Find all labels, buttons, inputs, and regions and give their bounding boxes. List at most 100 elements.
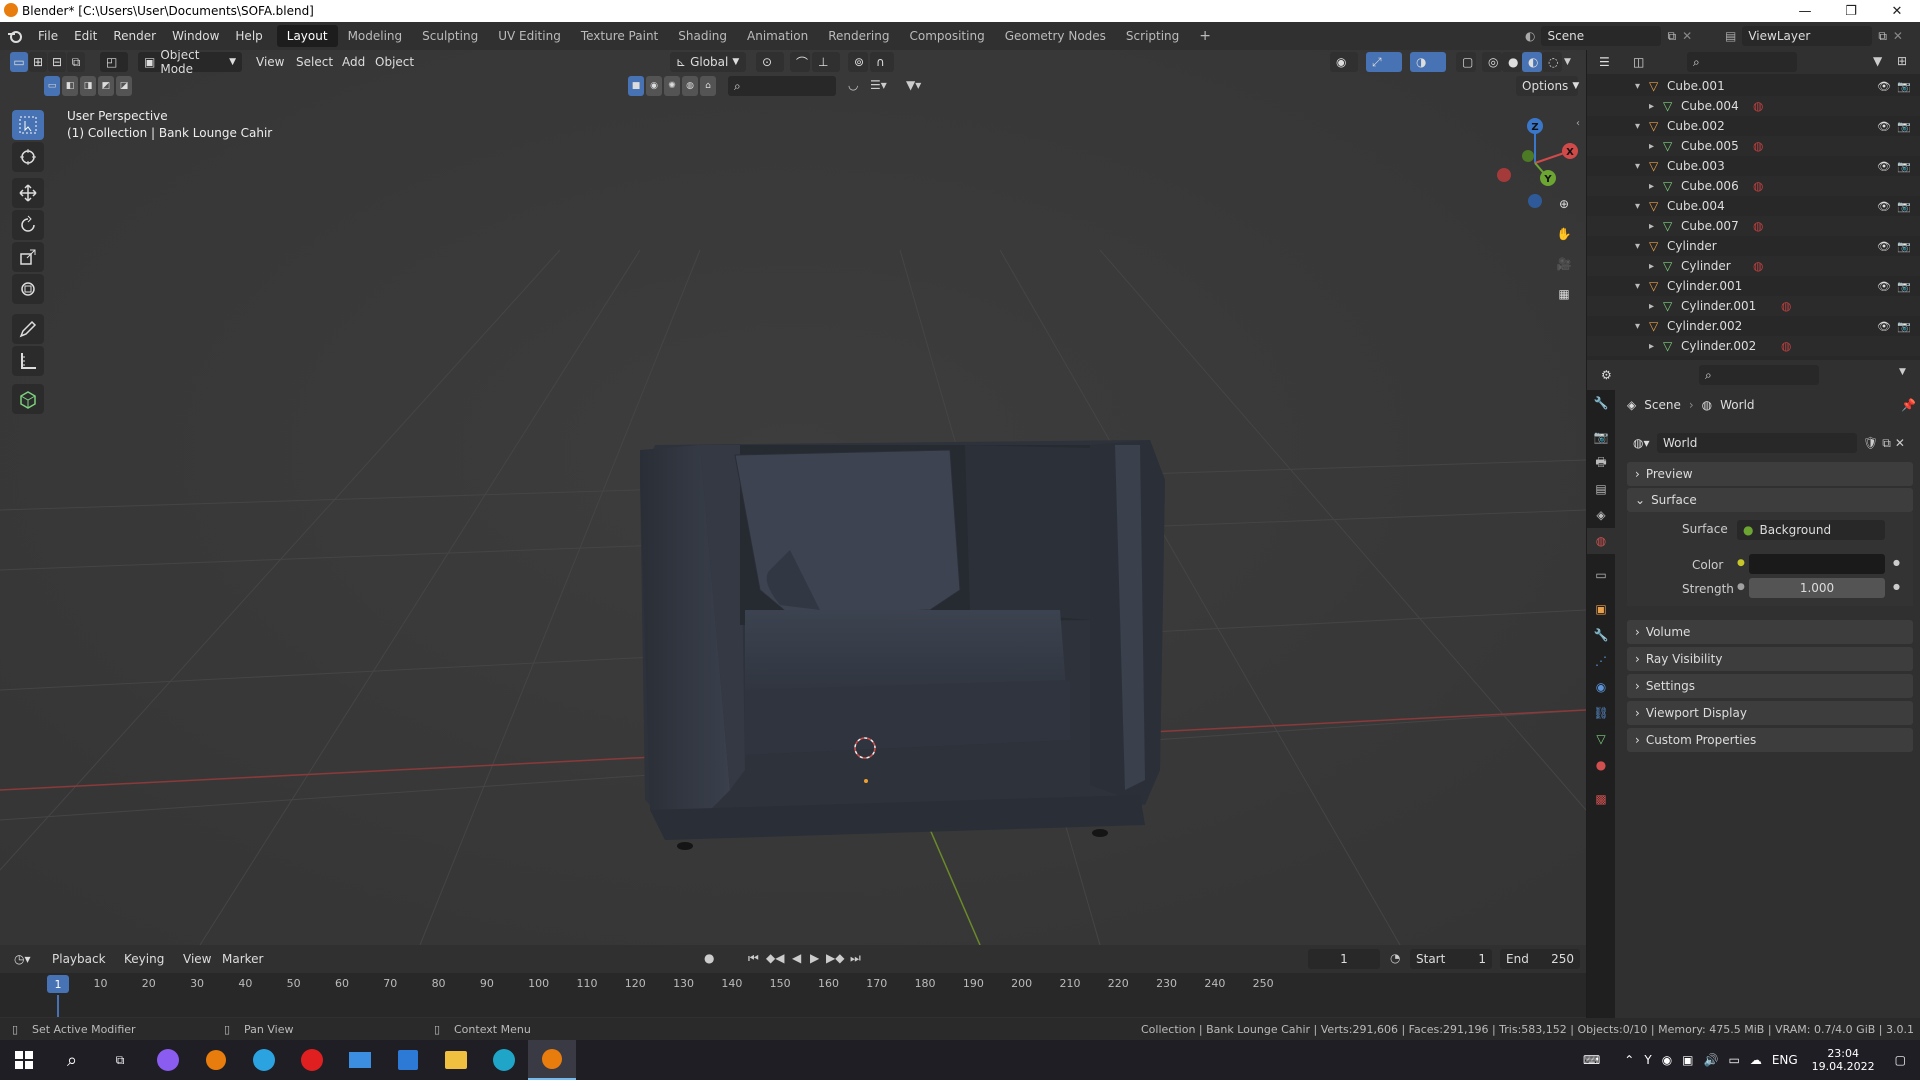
tab-geometry-nodes[interactable]: Geometry Nodes [995,25,1116,47]
filter-camera-icon[interactable]: ◍ [682,76,698,96]
viewport-search-input[interactable]: ⌕ [728,76,836,96]
outliner-item-name[interactable]: Cube.001 [1667,79,1725,93]
render-camera-icon[interactable]: 📷 [1897,280,1911,293]
visibility-eye-icon[interactable]: 👁 [1877,160,1891,173]
tab-rendering[interactable]: Rendering [818,25,899,47]
start-frame-field[interactable]: Start 1 [1410,949,1492,969]
material-icon[interactable]: ◍ [1753,259,1763,273]
sidebar-toggle-icon[interactable]: ‹ [1576,118,1580,129]
render-tab-icon[interactable]: 📷 [1587,424,1615,450]
menu-file[interactable]: File [30,29,66,43]
select-box-mode-icon[interactable]: ▭ [10,52,28,72]
visibility-eye-icon[interactable]: 👁 [1877,240,1891,253]
alice-assistant-icon[interactable] [144,1040,192,1080]
filter-mesh-icon[interactable]: ■ [628,76,644,96]
language-indicator[interactable]: ENG [1772,1053,1798,1067]
yandex-tray-icon[interactable]: Y [1644,1053,1651,1067]
tab-texture-paint[interactable]: Texture Paint [571,25,668,47]
outliner-object-row[interactable]: ▾ ▽ Cube.003 👁 📷 [1587,156,1920,176]
chevron-down-icon[interactable]: ▾ [1635,201,1640,212]
tab-animation[interactable]: Animation [737,25,818,47]
pivot-point-icon[interactable]: ⊙ [756,52,784,72]
overlay-toggle-icon[interactable]: ◑ [1410,52,1446,72]
material-shading-icon[interactable]: ◐ [1522,52,1542,72]
select-mode-subtract-icon[interactable]: ◨ [80,76,96,96]
chevron-right-icon[interactable]: ▸ [1649,301,1654,312]
menu-render[interactable]: Render [105,29,164,43]
minimize-button[interactable]: — [1782,0,1828,22]
close-button[interactable]: ✕ [1874,0,1920,22]
select-mode-new-icon[interactable]: ▭ [44,76,60,96]
world-name-field[interactable]: World [1657,433,1857,453]
panel-surface[interactable]: ⌄ Surface [1627,488,1913,512]
chevron-down-icon[interactable]: ▾ [1635,281,1640,292]
frame-ruler[interactable]: 1 10 20 30 40 50 60 70 80 90 100 110 120 130 140 150 16… [0,973,1586,995]
outliner-editor-type-icon[interactable]: ☰ [1593,52,1621,72]
select-tool-button[interactable] [12,110,44,140]
render-camera-icon[interactable]: 📷 [1897,240,1911,253]
neg-z-axis-icon[interactable] [1528,194,1542,208]
outliner-item-name[interactable]: Cylinder.002 [1667,319,1742,333]
vpn-icon[interactable]: ▣ [1682,1053,1693,1067]
outliner-item-name[interactable]: Cube.006 [1681,179,1739,193]
delete-scene-icon[interactable]: ✕ [1682,29,1692,43]
steam-icon[interactable]: ◉ [1662,1053,1672,1067]
outliner-item-name[interactable]: Cube.002 [1667,119,1725,133]
next-keyframe-icon[interactable]: ▶◆ [826,951,844,965]
cloud-icon[interactable]: ☁ [1750,1053,1762,1067]
task-view-icon[interactable]: ⧉ [96,1040,144,1080]
play-icon[interactable]: ▶ [810,951,819,965]
filter-icon[interactable]: ▼▾ [906,78,921,92]
collection-tab-icon[interactable]: ▭ [1587,562,1615,588]
menu-window[interactable]: Window [164,29,227,43]
transform-orientation-dropdown[interactable]: ⊾ Global ▼ [670,52,746,72]
material-icon[interactable]: ◍ [1781,299,1791,313]
rotate-tool-button[interactable] [12,210,44,240]
edge-icon[interactable] [480,1040,528,1080]
color-keyframe-icon[interactable]: ● [1893,558,1900,567]
play-reverse-icon[interactable]: ◀ [792,951,801,965]
annotate-tool-button[interactable] [12,314,44,344]
select-mode-extend-icon[interactable]: ◧ [62,76,78,96]
duplicate-world-icon[interactable]: ⧉ [1882,436,1891,451]
filter-light-icon[interactable]: ✺ [664,76,680,96]
chevron-down-icon[interactable]: ▾ [1635,121,1640,132]
select-subtract-icon[interactable]: ⊟ [48,52,66,72]
tool-tab-icon[interactable]: 🔧 [1587,390,1615,416]
select-mode-intersect-icon[interactable]: ◪ [116,76,132,96]
outliner-item-name[interactable]: Cube.007 [1681,219,1739,233]
outliner-item-name[interactable]: Cube.005 [1681,139,1739,153]
xray-toggle-icon[interactable]: ▢ [1456,52,1476,72]
tab-compositing[interactable]: Compositing [899,25,994,47]
add-cube-tool-button[interactable] [12,384,44,414]
transform-tool-button[interactable] [12,274,44,304]
scale-tool-button[interactable] [12,242,44,272]
editor-type-icon[interactable]: ◰ [100,52,128,72]
outliner-mesh-row[interactable]: ▸ ▽ Cube.004 ◍ [1587,96,1920,116]
view-layer-tab-icon[interactable]: ▤ [1587,476,1615,502]
outliner-mesh-row[interactable]: ▸ ▽ Cube.007 ◍ [1587,216,1920,236]
cursor-tool-button[interactable] [12,142,44,172]
camera-view-icon[interactable]: 🎥 [1550,250,1578,278]
chevron-down-icon[interactable]: ▾ [1635,81,1640,92]
unlink-world-icon[interactable]: ✕ [1895,436,1905,450]
panel-volume[interactable]: › Volume [1627,620,1913,644]
outliner-object-row[interactable]: ▾ ▽ Cube.001 👁 📷 [1587,76,1920,96]
search-icon[interactable]: ⌕ [48,1040,96,1080]
zoom-icon[interactable]: ⊕ [1550,190,1578,218]
tab-shading[interactable]: Shading [668,25,737,47]
particles-tab-icon[interactable]: ⋰ [1587,648,1615,674]
menu-select[interactable]: Select [296,55,333,69]
current-frame-field[interactable]: 1 [1308,949,1380,969]
shading-options-chevron-icon[interactable]: ▼ [1564,57,1571,67]
render-camera-icon[interactable]: 📷 [1897,320,1911,333]
outliner-filter-icon[interactable]: ▼ [1873,54,1882,68]
properties-editor-type-icon[interactable]: ⚙ [1595,365,1623,385]
list-options-icon[interactable]: ☰▾ [870,78,887,92]
restore-button[interactable]: ❐ [1828,0,1874,22]
color-swatch[interactable] [1749,554,1885,574]
blender-menu-icon[interactable] [0,28,30,44]
visibility-eye-icon[interactable]: 👁 [1877,80,1891,93]
scene-tab-icon[interactable]: ◈ [1587,502,1615,528]
outliner-item-name[interactable]: Cube.004 [1667,199,1725,213]
